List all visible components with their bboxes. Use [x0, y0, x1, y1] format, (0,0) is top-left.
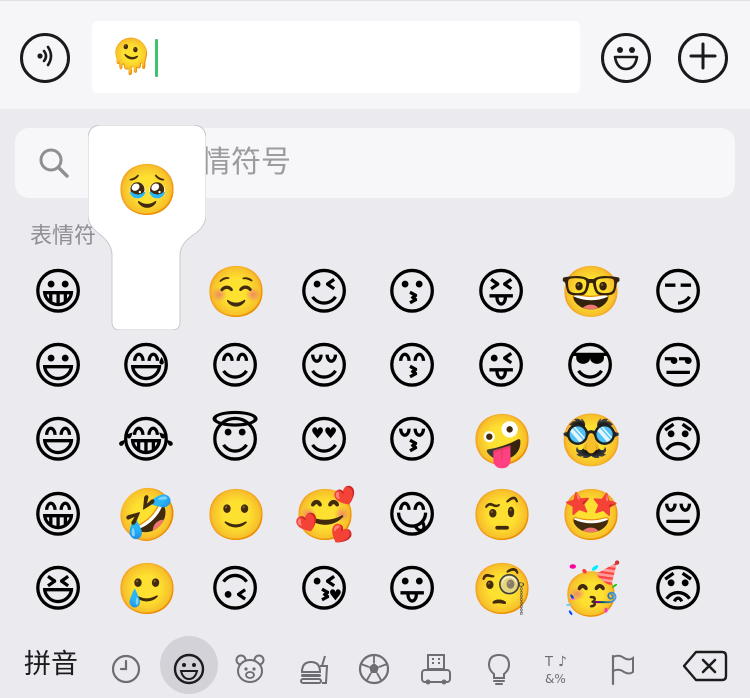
emoji-key[interactable]: 🤣: [116, 485, 178, 545]
recent-clock-icon[interactable]: [109, 652, 143, 686]
emoji-key[interactable]: [737, 485, 750, 545]
preview-emoji: 🥹: [116, 161, 179, 219]
emoji-key[interactable]: [737, 559, 750, 619]
emoji-key[interactable]: 😜: [471, 336, 531, 396]
emoji-key[interactable]: 😀: [28, 262, 88, 322]
emoji-key[interactable]: 😏: [648, 262, 708, 322]
emoji-key[interactable]: 😝: [471, 262, 531, 322]
emoji-preview-popup: 🥹: [88, 125, 206, 330]
emoji-key[interactable]: 😍: [294, 410, 354, 470]
input-method-switch[interactable]: 拼音: [24, 648, 78, 682]
emoji-key[interactable]: 😞: [648, 410, 708, 470]
emoji-key[interactable]: 🥰: [294, 485, 356, 545]
emoji-key[interactable]: 😒: [648, 336, 708, 396]
flags-icon[interactable]: [605, 652, 639, 686]
activity-icon[interactable]: [357, 652, 391, 686]
emoji-key[interactable]: 🤨: [471, 485, 533, 545]
emoji-smile-icon: [606, 36, 646, 80]
emoji-key[interactable]: 😟: [648, 559, 708, 619]
emoji-key[interactable]: 😘: [294, 559, 354, 619]
emoji-key[interactable]: 🥲: [116, 559, 178, 619]
emoji-key[interactable]: 🤩: [560, 485, 622, 545]
travel-icon[interactable]: [419, 652, 453, 686]
emoji-key[interactable]: 😋: [382, 485, 442, 545]
emoji-key[interactable]: 😇: [205, 410, 265, 470]
emoji-key[interactable]: 😚: [382, 410, 442, 470]
section-label: 表情符: [30, 224, 97, 249]
emoji-key[interactable]: [737, 410, 750, 470]
smileys-icon[interactable]: [172, 652, 206, 686]
emoji-key[interactable]: [737, 262, 750, 322]
symbols-icon[interactable]: T ♪ &%: [544, 652, 578, 686]
search-icon: [37, 146, 71, 184]
emoji-key[interactable]: 🙃: [205, 559, 265, 619]
emoji-key[interactable]: 😙: [382, 336, 442, 396]
emoji-key[interactable]: [737, 336, 750, 396]
emoji-key[interactable]: 😌: [294, 336, 354, 396]
emoji-key[interactable]: 😗: [382, 262, 442, 322]
emoji-key[interactable]: 🙂: [205, 485, 267, 545]
search-placeholder: 情符号: [201, 145, 291, 180]
voice-button[interactable]: [20, 33, 70, 83]
composer-bar: 🫠: [0, 0, 750, 109]
emoji-key[interactable]: 😁: [28, 485, 88, 545]
voice-icon: [32, 43, 58, 73]
animals-icon[interactable]: [233, 652, 267, 686]
emoji-key[interactable]: 😆: [28, 559, 88, 619]
message-input[interactable]: 🫠: [92, 21, 580, 93]
emoji-key[interactable]: 😛: [382, 559, 442, 619]
food-icon[interactable]: [296, 652, 330, 686]
svg-text:♪: ♪: [558, 654, 567, 670]
emoji-key[interactable]: 😄: [28, 410, 88, 470]
emoji-key[interactable]: 😎: [560, 336, 620, 396]
emoji-key[interactable]: 😔: [648, 485, 708, 545]
plus-button[interactable]: [678, 33, 728, 83]
emoji-key[interactable]: 🤓: [560, 262, 622, 322]
plus-icon: [688, 41, 718, 75]
emoji-key[interactable]: 🤪: [471, 410, 533, 470]
emoji-key[interactable]: 😂: [116, 410, 176, 470]
objects-icon[interactable]: [482, 652, 516, 686]
emoji-key[interactable]: 😉: [294, 262, 354, 322]
emoji-category-bar: 拼音 T ♪ &%: [0, 628, 750, 698]
emoji-key[interactable]: 😅: [116, 336, 176, 396]
emoji-key[interactable]: 😊: [205, 336, 265, 396]
emoji-key[interactable]: 🧐: [471, 559, 533, 619]
text-cursor: [155, 39, 158, 77]
delete-backspace-icon[interactable]: [682, 650, 728, 686]
emoji-key[interactable]: 🥸: [560, 410, 622, 470]
emoji-key[interactable]: ☺️: [205, 262, 267, 322]
emoji-key[interactable]: 🥳: [560, 559, 622, 619]
emoji-key[interactable]: 😃: [28, 336, 88, 396]
input-text: 🫠: [110, 37, 153, 77]
emoji-button[interactable]: [601, 33, 651, 83]
svg-text:T: T: [544, 655, 553, 670]
svg-text:&%: &%: [545, 672, 566, 686]
